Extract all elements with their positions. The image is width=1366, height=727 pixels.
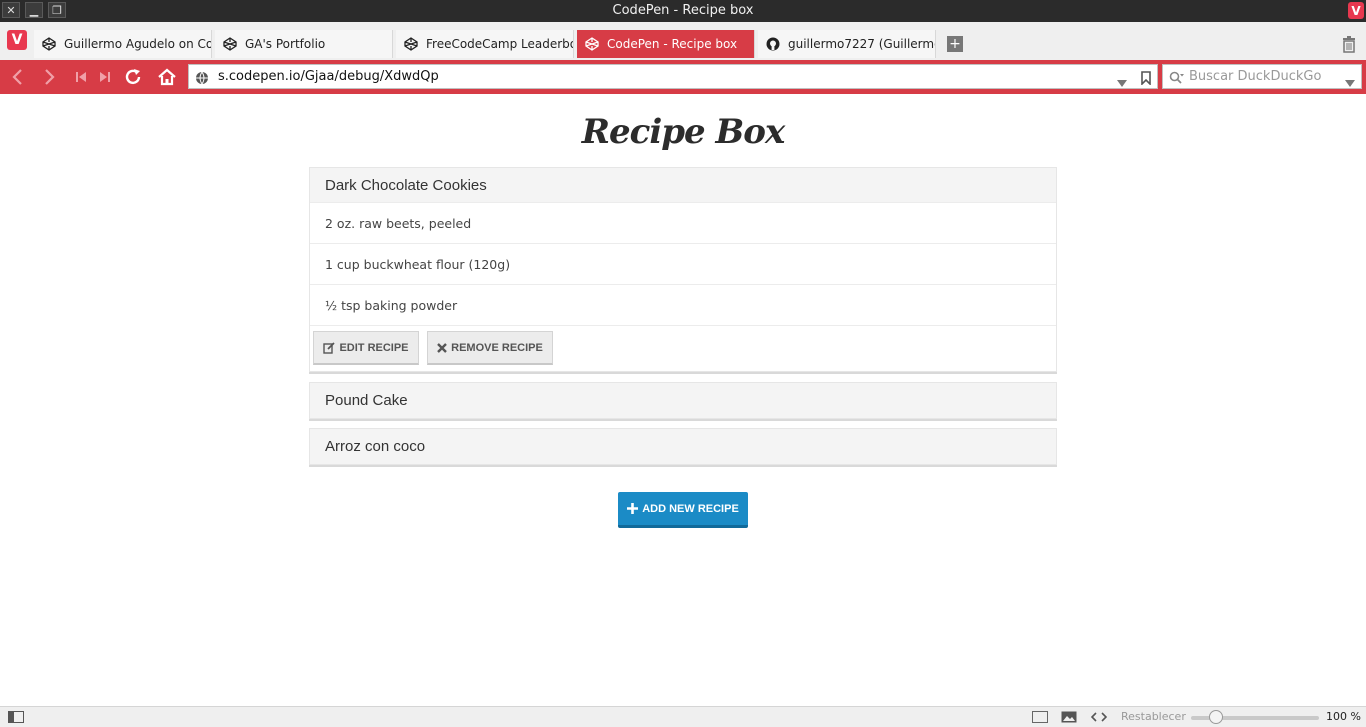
recipe-panel: Pound Cake <box>309 382 1057 419</box>
window-titlebar: ✕ ▁ ❐ CodePen - Recipe box V <box>0 0 1366 22</box>
ingredient-item: 2 oz. raw beets, peeled <box>310 202 1056 243</box>
remove-recipe-button[interactable]: REMOVE RECIPE <box>427 331 553 365</box>
recipe-header[interactable]: Dark Chocolate Cookies <box>310 168 1056 202</box>
add-new-recipe-button[interactable]: ADD NEW RECIPE <box>618 492 748 528</box>
tab-github[interactable]: guillermo7227 (Guillermo A <box>758 30 936 58</box>
codepen-icon <box>585 37 599 51</box>
tab-portfolio[interactable]: GA's Portfolio <box>215 30 393 58</box>
vivaldi-menu-button[interactable]: V <box>7 30 27 50</box>
window-title: CodePen - Recipe box <box>612 3 754 18</box>
tab-label: guillermo7227 (Guillermo A <box>788 37 935 51</box>
tab-label: Guillermo Agudelo on Cod <box>64 37 211 51</box>
ingredient-item: ½ tsp baking powder <box>310 284 1056 325</box>
recipe-panel: Arroz con coco <box>309 428 1057 465</box>
recipe-actions: EDIT RECIPE REMOVE RECIPE <box>310 325 1056 371</box>
github-icon <box>766 37 780 51</box>
search-engine-dropdown-icon[interactable] <box>1345 73 1355 92</box>
forward-icon[interactable] <box>39 67 61 87</box>
ingredient-item: 1 cup buckwheat flour (120g) <box>310 243 1056 284</box>
plus-icon <box>627 503 639 514</box>
tab-label: GA's Portfolio <box>245 37 326 51</box>
home-icon[interactable] <box>156 67 178 87</box>
window-icon[interactable] <box>1032 710 1048 723</box>
vivaldi-logo-icon[interactable]: V <box>1348 2 1364 19</box>
tab-leaderboard[interactable]: FreeCodeCamp Leaderbo <box>396 30 574 58</box>
recipe-header[interactable]: Arroz con coco <box>310 429 1056 464</box>
zoom-level: 100 % <box>1326 710 1361 723</box>
back-icon[interactable] <box>6 67 28 87</box>
reload-icon[interactable] <box>122 67 144 87</box>
page-title: Recipe Box <box>581 112 785 152</box>
fast-forward-icon[interactable] <box>94 67 116 87</box>
edit-icon <box>323 341 336 354</box>
new-tab-button[interactable]: + <box>947 36 963 52</box>
globe-icon <box>195 70 209 89</box>
edit-recipe-button[interactable]: EDIT RECIPE <box>313 331 419 365</box>
trash-icon[interactable] <box>1340 35 1358 53</box>
status-bar: Restablecer 100 % <box>0 706 1366 727</box>
bookmark-icon[interactable] <box>1141 70 1151 89</box>
recipe-panel: Dark Chocolate Cookies 2 oz. raw beets, … <box>309 167 1057 372</box>
panel-toggle-icon[interactable] <box>8 710 24 723</box>
close-icon <box>437 342 448 353</box>
remove-recipe-label: REMOVE RECIPE <box>451 341 543 354</box>
tab-label: FreeCodeCamp Leaderbo <box>426 37 573 51</box>
add-new-recipe-label: ADD NEW RECIPE <box>642 502 739 515</box>
dropdown-arrow-icon[interactable] <box>1117 73 1127 92</box>
page-content: Recipe Box Dark Chocolate Cookies 2 oz. … <box>0 94 1366 706</box>
zoom-reset-button[interactable]: Restablecer <box>1121 710 1186 723</box>
rewind-icon[interactable] <box>70 67 92 87</box>
code-icon[interactable] <box>1091 710 1107 723</box>
tab-recipe-box[interactable]: CodePen - Recipe box <box>577 30 755 58</box>
tab-guillermo-codepen[interactable]: Guillermo Agudelo on Cod <box>34 30 212 58</box>
image-icon[interactable] <box>1061 710 1077 723</box>
address-input[interactable]: s.codepen.io/Gjaa/debug/XdwdQp <box>188 64 1158 89</box>
search-placeholder: Buscar DuckDuckGo <box>1189 69 1322 84</box>
tab-bar: V Guillermo Agudelo on Cod GA's Portfoli… <box>0 22 1366 60</box>
recipe-header[interactable]: Pound Cake <box>310 383 1056 418</box>
search-input[interactable]: Buscar DuckDuckGo <box>1162 64 1362 89</box>
address-url: s.codepen.io/Gjaa/debug/XdwdQp <box>218 69 439 84</box>
codepen-icon <box>42 37 56 51</box>
search-icon <box>1169 70 1185 89</box>
tab-label: CodePen - Recipe box <box>607 37 738 51</box>
codepen-icon <box>223 37 237 51</box>
edit-recipe-label: EDIT RECIPE <box>339 341 409 354</box>
codepen-icon <box>404 37 418 51</box>
zoom-slider-handle[interactable] <box>1209 710 1223 724</box>
